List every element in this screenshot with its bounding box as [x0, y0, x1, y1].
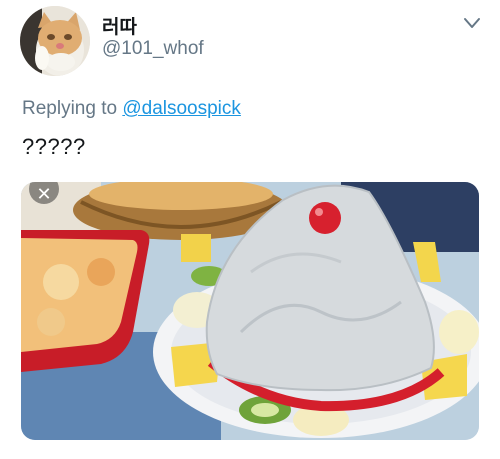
user-handle[interactable]: @101_whof: [102, 38, 204, 60]
tweet-media-image[interactable]: ✕: [21, 182, 479, 440]
tweet-text: ?????: [22, 134, 86, 159]
avatar[interactable]: [20, 6, 90, 76]
display-name[interactable]: 러따: [102, 12, 137, 39]
cat-avatar-icon: [20, 6, 90, 76]
reply-context: Replying to @dalsoospick: [22, 98, 241, 120]
food-photo: [21, 182, 479, 440]
reply-prefix: Replying to: [22, 98, 118, 119]
reply-to-link[interactable]: @dalsoospick: [122, 98, 241, 119]
chevron-down-icon[interactable]: [462, 16, 482, 30]
